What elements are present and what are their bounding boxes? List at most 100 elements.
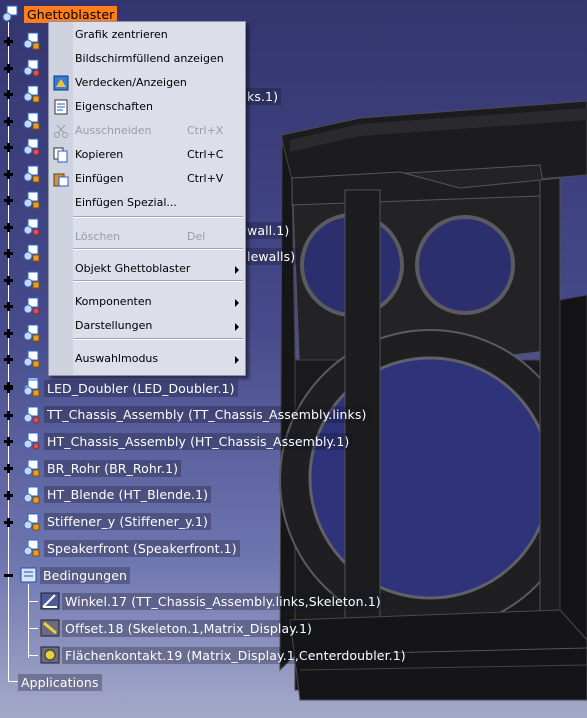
tree-constraints-row[interactable]: Bedingungen	[18, 564, 131, 586]
constraint-item[interactable]: Winkel.17 (TT_Chassis_Assembly.links,Ske…	[40, 590, 384, 612]
expand-icon[interactable]	[4, 517, 13, 527]
tree-label-fragment: ks.1)	[244, 88, 282, 105]
menu-item-label: Einfügen	[75, 172, 124, 185]
submenu-arrow-icon	[235, 356, 239, 364]
menu-item-label: Löschen	[75, 230, 121, 243]
menu-item[interactable]: Einfügen Spezial...	[49, 193, 245, 213]
constraint-item-label[interactable]: Offset.18 (Skeleton.1,Matrix_Display.1)	[62, 619, 316, 637]
part-icon	[22, 324, 42, 342]
assembly-icon	[22, 297, 42, 315]
menu-item[interactable]: Einfügen Ctrl+V	[49, 169, 245, 189]
tree-applications-label[interactable]: Applications	[18, 673, 102, 691]
expand-icon[interactable]	[4, 275, 13, 285]
tree-item-label[interactable]: HT_Blende (HT_Blende.1)	[44, 486, 212, 504]
menu-separator	[73, 216, 243, 218]
expand-icon[interactable]	[4, 222, 13, 232]
expand-icon[interactable]	[4, 116, 13, 126]
tree-item-label[interactable]: LED_Doubler (LED_Doubler.1)	[44, 379, 238, 397]
expand-icon[interactable]	[4, 169, 13, 179]
tree-item[interactable]: Speakerfront (Speakerfront.1)	[22, 537, 240, 559]
menu-separator	[73, 338, 243, 340]
menu-item[interactable]: Kopieren Ctrl+C	[49, 145, 245, 165]
menu-item[interactable]: Auswahlmodus	[49, 349, 245, 369]
model-right-post	[539, 177, 561, 646]
constraint-item[interactable]: Flächenkontakt.19 (Matrix_Display.1,Cent…	[40, 644, 409, 666]
part-icon	[22, 459, 42, 477]
menu-item[interactable]: Komponenten	[49, 292, 245, 312]
tree-item[interactable]: BR_Rohr (BR_Rohr.1)	[22, 457, 182, 479]
menu-item-shortcut: Ctrl+X	[187, 124, 224, 137]
offset-constraint-icon	[40, 619, 60, 637]
part-icon	[22, 244, 42, 262]
part-icon	[22, 85, 42, 103]
expand-icon[interactable]	[4, 63, 13, 73]
menu-item-label: Kopieren	[75, 148, 124, 161]
part-icon	[22, 32, 42, 50]
expand-icon[interactable]	[4, 90, 13, 99]
tree-item-label[interactable]: TT_Chassis_Assembly (TT_Chassis_Assembly…	[44, 406, 370, 424]
part-icon	[22, 112, 42, 130]
tree-constraints-label[interactable]: Bedingungen	[40, 566, 131, 584]
assembly-icon	[22, 406, 42, 424]
menu-separator	[73, 248, 243, 250]
tree-root-label[interactable]: Ghettoblaster	[24, 5, 118, 23]
collapse-icon[interactable]	[4, 571, 13, 580]
expand-icon[interactable]	[4, 328, 13, 338]
expand-icon[interactable]	[4, 249, 13, 258]
product-icon	[2, 5, 22, 23]
part-icon	[22, 165, 42, 183]
menu-item-shortcut: Ctrl+C	[187, 148, 224, 161]
constraint-item-label[interactable]: Flächenkontakt.19 (Matrix_Display.1,Cent…	[62, 646, 409, 664]
tree-item-label[interactable]: BR_Rohr (BR_Rohr.1)	[44, 459, 182, 477]
menu-item-label: Eigenschaften	[75, 100, 153, 113]
menu-item[interactable]: Grafik zentrieren	[49, 25, 245, 45]
tree-item[interactable]: LED_Doubler (LED_Doubler.1)	[22, 377, 238, 399]
menu-item-label: Objekt Ghettoblaster	[75, 262, 191, 275]
expand-icon[interactable]	[4, 143, 13, 152]
tree-item-label[interactable]: Stiffener_y (Stiffener_y.1)	[44, 513, 211, 530]
copy-icon	[53, 147, 69, 163]
menu-item: Ausschneiden Ctrl+X	[49, 121, 245, 141]
part-icon	[22, 513, 42, 531]
assembly-icon	[22, 59, 42, 77]
menu-separator	[73, 280, 243, 282]
tree-item-label[interactable]: Speakerfront (Speakerfront.1)	[44, 539, 240, 557]
menu-item[interactable]: Verdecken/Anzeigen	[49, 73, 245, 93]
tree-label-fragment: wall.1)	[244, 222, 293, 239]
menu-item[interactable]: Darstellungen	[49, 316, 245, 336]
expand-icon[interactable]	[4, 355, 13, 364]
expand-icon[interactable]	[4, 384, 13, 393]
menu-item[interactable]: Bildschirmfüllend anzeigen	[49, 49, 245, 69]
expand-icon[interactable]	[4, 302, 13, 311]
expand-icon[interactable]	[4, 410, 13, 420]
expand-icon[interactable]	[4, 437, 13, 447]
menu-item-label: Auswahlmodus	[75, 352, 159, 365]
expand-icon[interactable]	[4, 196, 13, 205]
scissors-icon	[53, 123, 69, 139]
menu-item-label: Grafik zentrieren	[75, 28, 168, 41]
expand-icon[interactable]	[4, 464, 13, 474]
tree-item[interactable]: TT_Chassis_Assembly (TT_Chassis_Assembly…	[22, 404, 370, 426]
tree-item[interactable]: HT_Chassis_Assembly (HT_Chassis_Assembly…	[22, 430, 353, 452]
tree-item-label[interactable]: HT_Chassis_Assembly (HT_Chassis_Assembly…	[44, 432, 353, 450]
expand-icon[interactable]	[4, 490, 13, 500]
tree-label-fragment: lewalls)	[244, 248, 299, 265]
expand-icon[interactable]	[4, 37, 13, 46]
part-icon	[22, 271, 42, 289]
menu-item[interactable]: Eigenschaften	[49, 97, 245, 117]
tree-applications-row[interactable]: Applications	[18, 671, 102, 693]
submenu-arrow-icon	[235, 266, 239, 274]
constraint-item-label[interactable]: Winkel.17 (TT_Chassis_Assembly.links,Ske…	[62, 592, 384, 610]
part-icon	[22, 350, 42, 368]
menu-item-shortcut: Ctrl+V	[187, 172, 224, 185]
tree-item[interactable]: HT_Blende (HT_Blende.1)	[22, 484, 212, 506]
properties-icon	[53, 99, 69, 115]
menu-item[interactable]: Objekt Ghettoblaster	[49, 259, 245, 279]
tree-item[interactable]: Stiffener_y (Stiffener_y.1)	[22, 511, 211, 533]
constraint-item[interactable]: Offset.18 (Skeleton.1,Matrix_Display.1)	[40, 617, 316, 639]
part-icon	[22, 191, 42, 209]
menu-item-label: Verdecken/Anzeigen	[75, 76, 187, 89]
part-icon	[22, 379, 42, 397]
constraints-folder-icon	[18, 566, 38, 584]
contact-constraint-icon	[40, 646, 60, 664]
